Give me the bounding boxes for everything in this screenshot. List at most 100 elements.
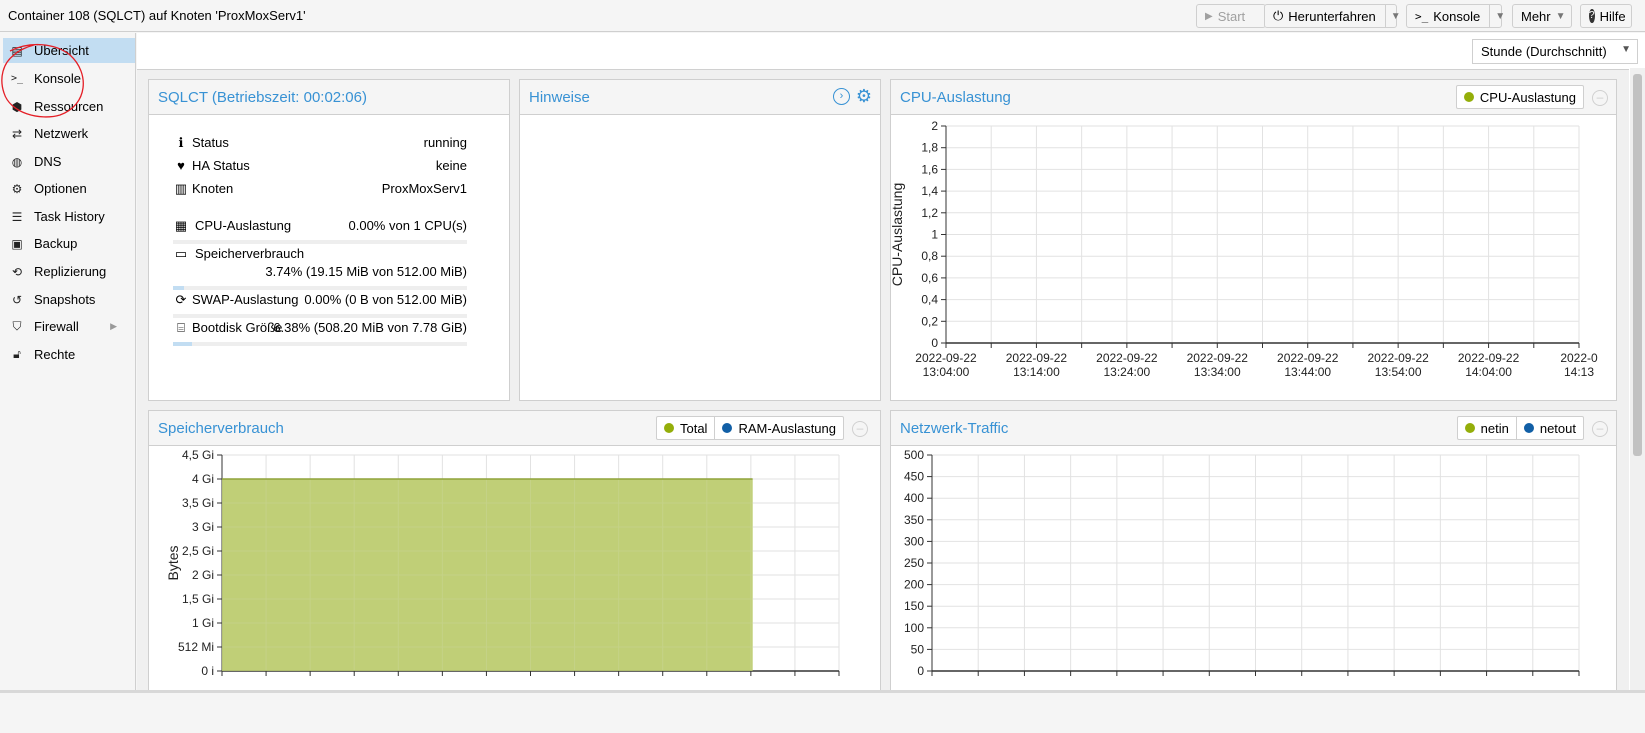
floppy-icon: ▣ [11,236,23,251]
total-area-overlay [222,479,753,671]
legend-dot-icon [1523,423,1534,433]
timeframe-select[interactable]: Stunde (Durchschnitt) ▼ [1472,39,1638,64]
legend-item-netout[interactable]: netout [1515,417,1583,439]
network-chart: 0 50 100 150 200 250 300 350 400 450 500 [904,448,1580,678]
start-button[interactable]: ▶ Start [1196,4,1266,28]
y-tick-label: 150 [904,599,924,613]
y-tick-label: 300 [904,534,924,548]
page-title: Container 108 (SQLCT) auf Knoten 'ProxMo… [8,8,306,23]
memory-progress-bar [173,286,467,290]
bootdisk-row: ⌸ Bootdisk Größe 6.38% (508.20 MiB von 7… [173,320,467,338]
y-tick-label: 0 i [201,664,214,678]
legend-item-netin[interactable]: netin [1458,417,1516,439]
collapse-icon[interactable]: – [852,421,868,437]
y-tick-label: 2 [931,119,938,133]
memory-chart-panel: Speicherverbrauch Total RAM-Auslastung –… [148,410,881,700]
x-tick-label: 2022-09-22 [1006,351,1068,365]
unlock-icon: 🔓︎ [13,347,21,361]
y-tick-label: 1 [931,228,938,242]
heartbeat-icon: ♥ [177,158,185,173]
sidebar-item-rechte[interactable]: 🔓︎ Rechte [3,342,135,367]
legend-item-total[interactable]: Total [657,417,714,439]
hdd-icon: ⌸ [177,320,185,335]
shutdown-button[interactable]: ⏻ Herunterfahren ▼ [1264,4,1401,28]
title-bar: Container 108 (SQLCT) auf Knoten 'ProxMo… [0,0,1645,32]
notes-panel-title: Hinweise [529,89,590,106]
y-tick-label: 3 Gi [192,520,214,534]
memory-icon: ▭ [174,246,188,261]
y-tick-label: 3,5 Gi [182,496,214,510]
y-tick-label: 4,5 Gi [182,448,214,462]
scrollbar-thumb[interactable] [1633,74,1642,456]
sidebar-item-firewall[interactable]: ⛉ Firewall ▶ [3,314,135,339]
sidebar-item-dns[interactable]: ◍ DNS [3,149,135,174]
x-tick-label: 13:24:00 [1103,365,1150,379]
chevron-down-icon[interactable]: ▼ [1384,5,1401,27]
console-button[interactable]: >_ Konsole ▼ [1406,4,1505,28]
network-chart-title: Netzwerk-Traffic [900,420,1009,437]
bootdisk-progress-bar [173,342,467,346]
y-tick-label: 350 [904,513,924,527]
y-tick-label: 0,2 [921,314,938,328]
network-chart-header: Netzwerk-Traffic netin netout – [891,411,1616,446]
bootdisk-progress-fill [173,342,192,346]
y-tick-label: 0 [931,336,938,350]
sidebar-item-snapshots[interactable]: ↺ Snapshots [3,287,135,312]
ha-status-row: ♥ HA Status keine [173,158,467,176]
terminal-icon: >_ [1415,9,1429,23]
x-tick-label: 14:13 [1564,365,1594,379]
cpu-row: ▦ CPU-Auslastung 0.00% von 1 CPU(s) [174,218,467,233]
y-tick-label: 4 Gi [192,472,214,486]
y-axis-label: Bytes [165,545,181,580]
collapse-icon[interactable]: – [1592,90,1608,106]
list-icon: ☰ [11,209,23,224]
sidebar-item-replizierung[interactable]: ⟲ Replizierung [3,259,135,284]
info-icon: ℹ [178,135,184,150]
help-button[interactable]: ? Hilfe [1580,4,1632,28]
sidebar-item-backup[interactable]: ▣ Backup [3,231,135,256]
y-tick-label: 200 [904,578,924,592]
y-tick-label: 500 [904,448,924,462]
legend-item-cpu[interactable]: CPU-Auslastung [1457,86,1583,108]
red-annotation-circle [1,43,84,118]
sidebar-item-task-history[interactable]: ☰ Task History [3,204,135,229]
network-chart-panel: Netzwerk-Traffic netin netout – 0 50 100 15… [890,410,1617,700]
x-tick-label: 2022-09-22 [1458,351,1520,365]
y-tick-label: 1,5 Gi [182,592,214,606]
y-tick-label: 512 Mi [178,640,214,654]
expand-icon[interactable]: › [833,88,850,105]
memory-chart-title: Speicherverbrauch [158,420,284,437]
x-tick-label: 2022-09-22 [1367,351,1429,365]
chip-icon: ▦ [174,218,188,233]
gear-icon: ⚙ [11,181,23,196]
x-tick-label: 13:44:00 [1284,365,1331,379]
memory-row: ▭ Speicherverbrauch [174,246,305,261]
collapse-icon[interactable]: – [1592,421,1608,437]
cpu-chart-legend: CPU-Auslastung [1455,85,1584,109]
play-icon: ▶ [1205,10,1213,22]
status-panel-title: SQLCT (Betriebszeit: 00:02:06) [158,89,367,106]
dashboard-panels: SQLCT (Betriebszeit: 00:02:06) ℹ Status … [137,69,1629,700]
status-panel: SQLCT (Betriebszeit: 00:02:06) ℹ Status … [148,79,510,401]
y-tick-label: 2,5 Gi [182,544,214,558]
retweet-icon: ⟲ [11,264,23,279]
y-tick-label: 400 [904,491,924,505]
chevron-right-icon: ▶ [110,321,117,331]
refresh-icon: ⟳ [175,292,187,307]
legend-dot-icon [663,423,674,433]
x-tick-label: 14:04:00 [1465,365,1512,379]
y-tick-label: 0,6 [921,271,938,285]
chevron-down-icon[interactable]: ▼ [1489,5,1505,27]
x-tick-label: 13:14:00 [1013,365,1060,379]
vertical-scrollbar[interactable] [1630,68,1645,690]
building-icon: ▥ [174,181,188,196]
status-row: ℹ Status running [173,135,467,153]
sidebar-item-optionen[interactable]: ⚙ Optionen [3,176,135,201]
chevron-down-icon: ▼ [1621,44,1631,55]
legend-item-ram[interactable]: RAM-Auslastung [714,417,843,439]
more-button[interactable]: Mehr ▼ [1512,4,1572,28]
gear-icon[interactable]: ⚙ [856,86,872,107]
y-tick-label: 0,8 [921,249,938,263]
power-icon: ⏻ [1273,8,1284,23]
sidebar: ▤ Übersicht >_ Konsole ⬢ Ressourcen ⇄ Ne… [0,33,136,690]
